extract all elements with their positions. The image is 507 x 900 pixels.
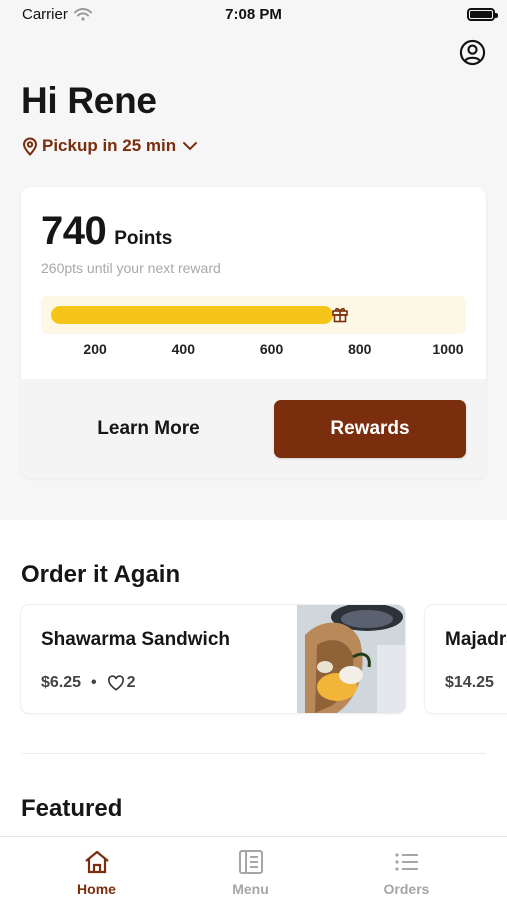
learn-more-button[interactable]: Learn More <box>21 379 276 478</box>
progress-tick-label: 600 <box>259 341 284 357</box>
points-card-footer: Learn More Rewards <box>21 379 486 478</box>
greeting-title: Hi Rene <box>21 80 157 121</box>
order-item-meta: $6.25 • 2 <box>41 674 136 692</box>
tab-home[interactable]: Home <box>12 837 181 900</box>
chevron-down-icon <box>183 142 198 151</box>
tab-bar: Home Menu Orders <box>0 836 507 900</box>
order-item-price: $6.25 <box>41 674 82 691</box>
status-bar: Carrier 7:08 PM <box>0 0 507 28</box>
tab-menu-label: Menu <box>232 881 269 897</box>
progress-track <box>51 306 448 324</box>
order-item-name: Shawarma Sandwich <box>41 629 231 650</box>
wifi-icon <box>73 7 92 21</box>
order-again-title: Order it Again <box>21 561 181 588</box>
points-subtitle: 260pts until your next reward <box>41 260 221 276</box>
pickup-label: Pickup in 25 min <box>42 136 177 155</box>
tab-orders-label: Orders <box>383 881 430 897</box>
points-summary: 740 Points <box>41 209 172 254</box>
carrier-label: Carrier <box>22 5 68 23</box>
order-item-likes: 2 <box>126 674 136 691</box>
home-icon <box>84 850 109 874</box>
points-card: 740 Points 260pts until your next reward… <box>21 187 486 478</box>
menu-book-icon <box>238 850 263 874</box>
points-label: Points <box>114 228 173 249</box>
tab-menu[interactable]: Menu <box>166 837 335 900</box>
order-card-majadra[interactable]: Majadra $14.25 <box>425 605 507 713</box>
progress-tick-label: 200 <box>83 341 107 357</box>
battery-icon <box>467 7 498 21</box>
gift-icon <box>332 307 349 323</box>
featured-title: Featured <box>21 795 123 822</box>
progress-tick-label: 800 <box>348 341 372 357</box>
progress-tick-label: 1000 <box>432 341 464 357</box>
rewards-button[interactable]: Rewards <box>274 400 466 458</box>
location-pin-icon <box>22 137 38 156</box>
points-progress-bar <box>41 296 466 334</box>
order-item-name: Majadra <box>445 629 507 650</box>
progress-ticks: 200 400 600 800 1000 <box>41 341 466 361</box>
order-card-shawarma[interactable]: Shawarma Sandwich $6.25 • 2 <box>21 605 405 713</box>
list-icon <box>394 853 418 871</box>
points-value: 740 <box>41 209 107 253</box>
progress-tick-label: 400 <box>171 341 196 357</box>
tab-orders[interactable]: Orders <box>322 837 491 900</box>
status-left: Carrier <box>22 6 92 23</box>
profile-icon[interactable] <box>459 39 486 66</box>
home-feed[interactable]: Order it Again Shawarma Sandwich $6.25 •… <box>0 520 507 836</box>
section-divider <box>21 753 486 754</box>
progress-fill <box>51 306 334 324</box>
order-item-price: $14.25 <box>445 674 494 691</box>
shawarma-sandwich-image <box>297 605 405 713</box>
tab-home-label: Home <box>77 881 116 897</box>
order-item-meta: $14.25 <box>445 674 494 692</box>
pickup-time-selector[interactable]: Pickup in 25 min <box>22 136 198 156</box>
heart-icon[interactable] <box>107 675 125 691</box>
separator-dot: • <box>91 674 97 691</box>
